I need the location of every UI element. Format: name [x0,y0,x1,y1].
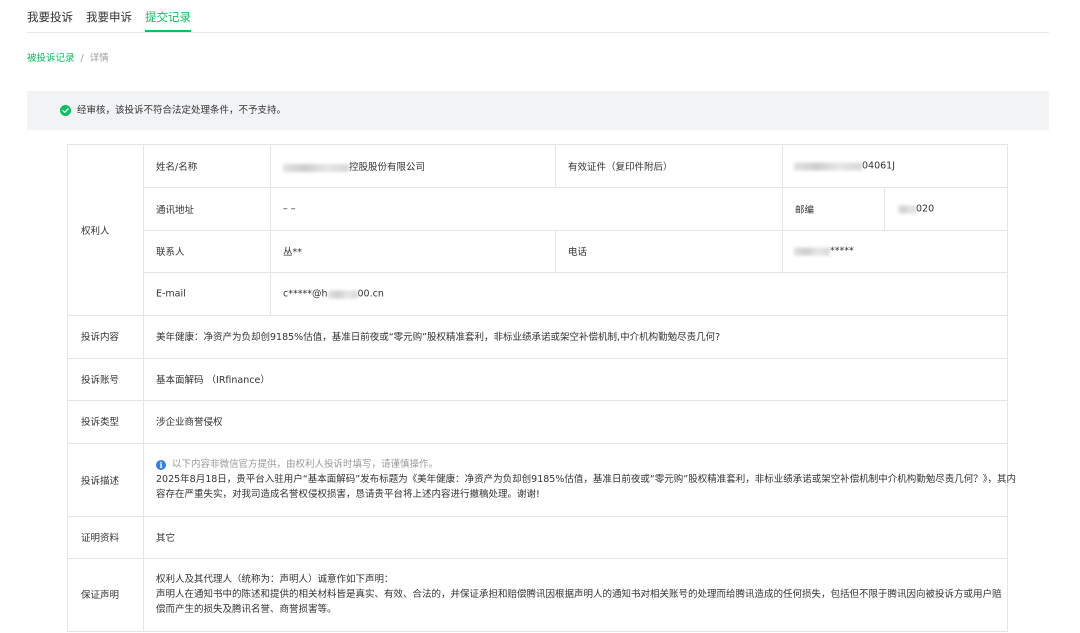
email-label: E-mail [156,288,186,300]
guarantee-line-3: 偿而产生的损失及腾讯名誉、商誉损害等。 [156,604,337,615]
redacted-mask [898,205,916,213]
zip-value: 020 [898,204,934,215]
redacted-mask [327,290,358,298]
phone-label: 电话 [568,247,588,258]
check-circle-icon [60,105,71,116]
complaint-desc-label: 投诉描述 [81,476,120,487]
contact-value: 丛** [283,247,303,258]
evidence-label: 证明资料 [81,533,120,544]
desc-line-1: 2025年8月18日，贵平台入驻用户“基本面解码”发布标题为《美年健康：净资产为… [156,474,1016,485]
contact-label: 联系人 [156,247,185,258]
guarantee-line-1: 权利人及其代理人（统称为：声明人）诚意作如下声明： [156,574,394,585]
complaint-type-value: 涉企业商誉侵权 [156,417,223,428]
tab-records[interactable]: 提交记录 [145,0,191,32]
breadcrumb-separator: / [80,53,84,64]
redacted-mask [794,247,830,255]
email-value: c*****@h 00.cn [283,288,384,300]
guarantee-label: 保证声明 [81,590,120,601]
complaint-type-label: 投诉类型 [81,417,120,428]
evidence-value: 其它 [156,533,176,544]
complaint-desc-block: i 以下内容非微信官方提供，由权利人投诉时填写，请谨慎操作。 2025年8月18日… [156,457,1016,502]
right-holder-label: 权利人 [81,226,110,237]
complaint-content-label: 投诉内容 [81,332,120,343]
guarantee-line-2: 声明人在通知书中的陈述和提供的相关材料皆是真实、有效、合法的，并保证承担和赔偿腾… [156,589,1002,600]
redacted-mask [283,163,349,172]
breadcrumb-current: 详情 [89,53,109,64]
certificate-value: 04061J [794,161,895,172]
notice-text: 经审核，该投诉不符合法定处理条件，不予支持。 [77,105,287,116]
zip-label: 邮编 [795,205,815,216]
tab-bar: 我要投诉 我要申诉 提交记录 [27,0,1049,33]
breadcrumb: 被投诉记录 / 详情 [27,50,109,64]
guarantee-block: 权利人及其代理人（统称为：声明人）诚意作如下声明： 声明人在通知书中的陈述和提供… [156,572,1002,617]
name-label: 姓名/名称 [156,162,198,173]
redacted-mask [794,162,862,170]
complaint-content-value: 美年健康：净资产为负却创9185%估值，基准日前夜或“零元购”股权精准套利，非标… [156,332,721,343]
complaint-detail-table: 权利人 姓名/名称 控股股份有限公司 有效证件（复印件附后） 04061J 通讯… [67,144,1016,632]
desc-hint: i 以下内容非微信官方提供，由权利人投诉时填写，请谨慎操作。 [156,457,998,472]
complaint-account-label: 投诉账号 [81,375,120,386]
address-value: – – [283,203,296,215]
certificate-label: 有效证件（复印件附后） [568,162,673,173]
name-value: 控股股份有限公司 [283,159,425,173]
tab-appeal[interactable]: 我要申诉 [86,0,132,31]
desc-line-2: 容存在严重失实，对我司造成名誉权侵权损害，恳请贵平台将上述内容进行撤稿处理。谢谢… [156,489,540,500]
info-icon: i [156,459,166,470]
phone-value: ***** [794,246,854,257]
complaint-account-value: 基本面解码 （IRfinance） [156,375,270,386]
breadcrumb-link-records[interactable]: 被投诉记录 [27,53,75,64]
desc-hint-text: 以下内容非微信官方提供，由权利人投诉时填写，请谨慎操作。 [172,459,439,470]
address-label: 通讯地址 [156,205,195,216]
status-notice: 经审核，该投诉不符合法定处理条件，不予支持。 [27,91,1049,130]
tab-complain[interactable]: 我要投诉 [27,0,73,31]
